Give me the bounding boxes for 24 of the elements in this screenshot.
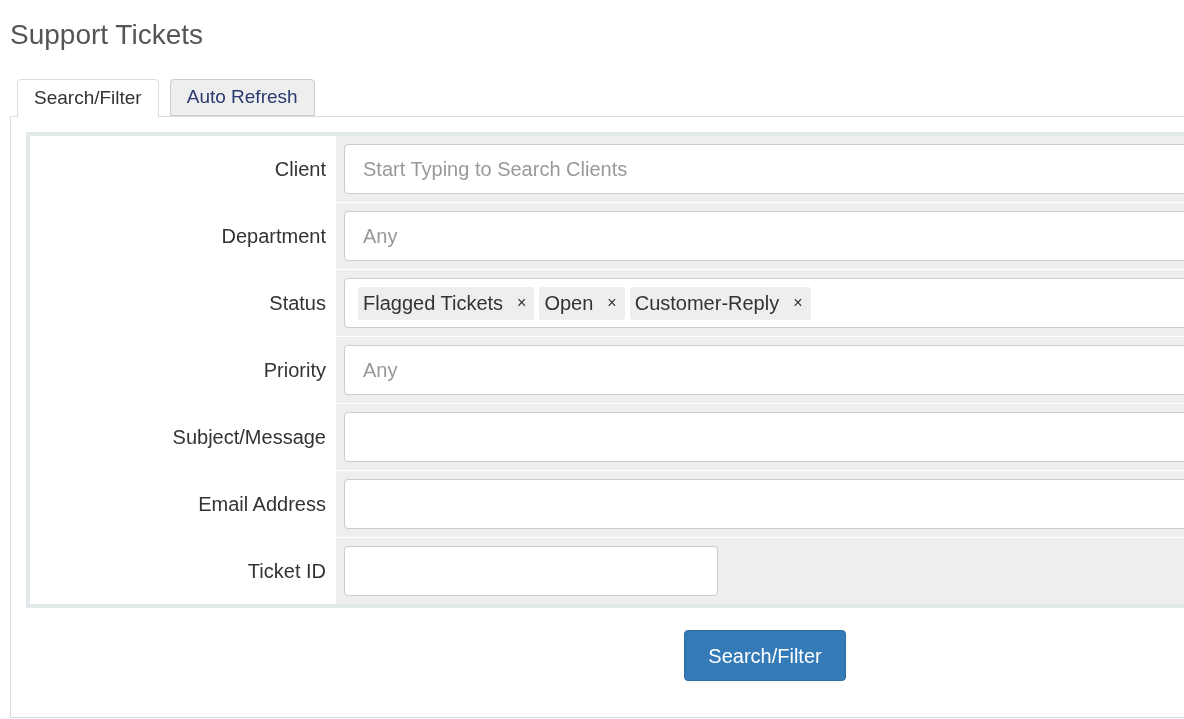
field-label: Status bbox=[269, 291, 326, 316]
input-field[interactable]: Any bbox=[344, 211, 1184, 261]
tag-label: Open bbox=[544, 291, 594, 316]
tag-remove-button[interactable]: × bbox=[607, 291, 617, 315]
field-label: Department bbox=[221, 224, 326, 249]
tab[interactable]: Search/Filter bbox=[17, 79, 159, 117]
input-field[interactable]: Start Typing to Search Clients bbox=[344, 144, 1184, 194]
search-filter-button[interactable]: Search/Filter bbox=[684, 630, 846, 681]
input-field[interactable] bbox=[344, 546, 718, 596]
field-label: Client bbox=[274, 157, 326, 182]
input-field[interactable] bbox=[344, 412, 1184, 462]
field-label: Subject/Message bbox=[172, 425, 326, 450]
input-field[interactable]: Any bbox=[344, 345, 1184, 395]
tag-label: Flagged Tickets bbox=[363, 291, 504, 316]
field-label: Priority bbox=[263, 358, 326, 383]
field-label: Email Address bbox=[198, 492, 326, 517]
tag-remove-button[interactable]: × bbox=[517, 291, 527, 315]
tag-label: Customer-Reply bbox=[634, 291, 780, 316]
tag-remove-button[interactable]: × bbox=[793, 291, 803, 315]
page-title: Support Tickets bbox=[10, 18, 204, 52]
tab[interactable]: Auto Refresh bbox=[169, 79, 315, 116]
input-field[interactable] bbox=[344, 479, 1184, 529]
field-label: Ticket ID bbox=[247, 559, 326, 584]
tag-input-field[interactable]: Flagged Tickets × Open × Customer-Reply × bbox=[344, 278, 1184, 328]
